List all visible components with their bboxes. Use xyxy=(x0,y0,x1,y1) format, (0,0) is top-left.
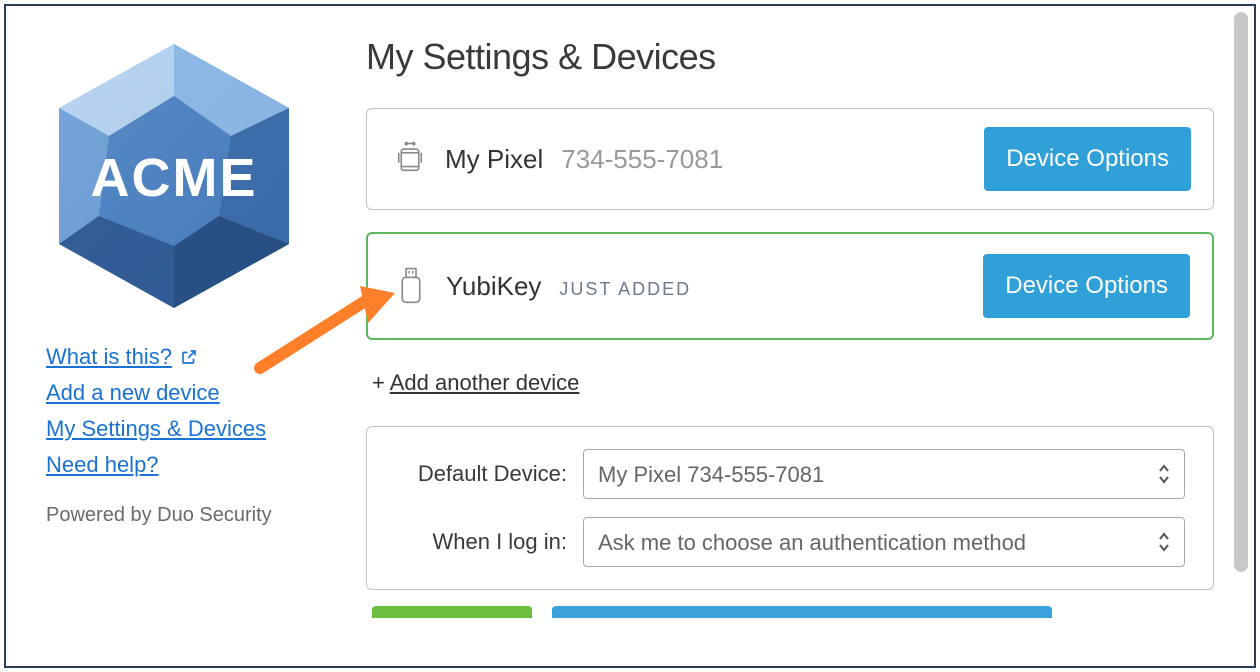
logo: ACME xyxy=(46,36,301,316)
cutoff-green-button[interactable] xyxy=(372,606,532,618)
add-another-label: Add another device xyxy=(390,370,580,395)
link-label: My Settings & Devices xyxy=(46,416,266,442)
device-label-group: My Pixel 734-555-7081 xyxy=(445,144,964,175)
login-behavior-label: When I log in: xyxy=(395,529,567,555)
settings-devices-link[interactable]: My Settings & Devices xyxy=(46,416,266,442)
add-another-device-link[interactable]: + Add another device xyxy=(372,370,579,396)
device-phone: 734-555-7081 xyxy=(561,144,723,175)
settings-panel: Default Device: My Pixel 734-555-7081 Wh… xyxy=(366,426,1214,590)
login-behavior-row: When I log in: Ask me to choose an authe… xyxy=(395,517,1185,567)
add-new-device-link[interactable]: Add a new device xyxy=(46,380,220,406)
link-label: Add a new device xyxy=(46,380,220,406)
what-is-this-link[interactable]: What is this? xyxy=(46,344,198,370)
scrollbar-thumb[interactable] xyxy=(1234,12,1248,572)
device-row-yubikey: YubiKey JUST ADDED Device Options xyxy=(366,232,1214,340)
login-behavior-select[interactable]: Ask me to choose an authentication metho… xyxy=(583,517,1185,567)
powered-by-label: Powered by Duo Security xyxy=(46,504,301,527)
link-label: Need help? xyxy=(46,452,159,478)
default-device-select[interactable]: My Pixel 734-555-7081 xyxy=(583,449,1185,499)
acme-logo-icon: ACME xyxy=(49,36,299,316)
device-row-pixel: My Pixel 734-555-7081 Device Options xyxy=(366,108,1214,210)
usb-key-icon xyxy=(396,267,426,305)
just-added-badge: JUST ADDED xyxy=(559,279,691,300)
device-options-button[interactable]: Device Options xyxy=(983,254,1190,318)
cutoff-blue-button[interactable] xyxy=(552,606,1052,618)
sidebar-links: What is this? Add a new device My Settin… xyxy=(46,344,301,478)
device-options-button[interactable]: Device Options xyxy=(984,127,1191,191)
need-help-link[interactable]: Need help? xyxy=(46,452,159,478)
app-frame: ACME What is this? Add a new device My S… xyxy=(4,4,1256,668)
main-content: My Settings & Devices My Pixel 734-555-7… xyxy=(331,6,1254,666)
device-name: My Pixel xyxy=(445,144,543,175)
bottom-cutoff-buttons xyxy=(366,606,1214,618)
android-icon xyxy=(395,140,425,178)
external-link-icon xyxy=(180,348,198,366)
device-name: YubiKey xyxy=(446,271,541,302)
default-device-label: Default Device: xyxy=(395,461,567,487)
svg-text:ACME: ACME xyxy=(90,148,257,208)
device-label-group: YubiKey JUST ADDED xyxy=(446,271,963,302)
page-title: My Settings & Devices xyxy=(366,36,1214,78)
plus-icon: + xyxy=(372,370,390,395)
default-device-row: Default Device: My Pixel 734-555-7081 xyxy=(395,449,1185,499)
sidebar: ACME What is this? Add a new device My S… xyxy=(6,6,331,666)
link-label: What is this? xyxy=(46,344,172,370)
